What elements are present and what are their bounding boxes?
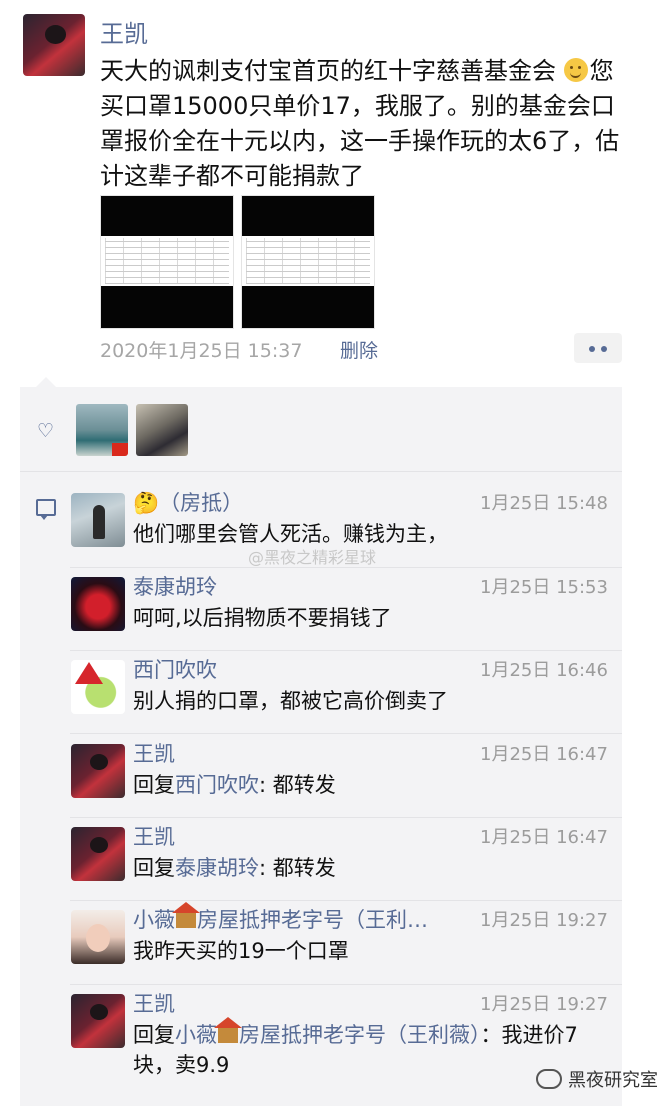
divider xyxy=(70,733,622,734)
commenter-name[interactable]: 西门吹吹 xyxy=(133,654,217,684)
post-text-line1: 天大的讽刺支付宝首页的红十字慈善基金会 xyxy=(100,57,556,85)
comment-text: 别人捐的口罩，都被它高价倒卖了 xyxy=(133,689,448,713)
reply-prefix: 回复 xyxy=(133,1023,175,1047)
comment-time: 1月25日 15:48 xyxy=(480,493,608,514)
post-photo-2[interactable] xyxy=(241,195,375,329)
commenter-avatar[interactable] xyxy=(71,577,125,631)
more-options-button[interactable] xyxy=(574,333,622,363)
commenter-name[interactable]: 小薇 房屋抵押老字号（王利… xyxy=(133,902,428,934)
more-dot-icon xyxy=(589,346,595,352)
more-dot-icon xyxy=(601,346,607,352)
comment-item: 王凯 1月25日 16:47 回复西门吹吹: 都转发 xyxy=(0,742,670,826)
comment-text: 回复西门吹吹: 都转发 xyxy=(133,770,336,800)
comment-time: 1月25日 19:27 xyxy=(480,910,608,931)
divider xyxy=(70,900,622,901)
reply-target[interactable]: 西门吹吹 xyxy=(175,773,259,797)
reply-body: : 都转发 xyxy=(259,856,336,880)
brand-watermark: 黑夜研究室 xyxy=(536,1066,658,1092)
like-avatar[interactable] xyxy=(136,404,188,456)
commenter-name[interactable]: 王凯 xyxy=(133,821,175,851)
delete-link[interactable]: 删除 xyxy=(340,336,378,363)
commenter-avatar[interactable] xyxy=(71,493,125,547)
watermark: @黑夜之精彩星球 xyxy=(248,548,377,567)
post-text: 天大的讽刺支付宝首页的红十字慈善基金会 您买口罩15000只单价17，我服了。别… xyxy=(100,54,625,194)
panel-arrow xyxy=(36,377,56,387)
brand-label: 黑夜研究室 xyxy=(568,1070,658,1091)
comment-item: 西门吹吹 1月25日 16:46 别人捐的口罩，都被它高价倒卖了 xyxy=(0,658,670,742)
divider xyxy=(70,817,622,818)
comment-time: 1月25日 15:53 xyxy=(480,577,608,598)
commenter-name[interactable]: 王凯 xyxy=(133,738,175,768)
commenter-avatar[interactable] xyxy=(71,994,125,1048)
commenter-avatar[interactable] xyxy=(71,910,125,964)
divider xyxy=(20,471,622,472)
reply-prefix: 回复 xyxy=(133,773,175,797)
heart-icon: ♡ xyxy=(37,420,55,442)
smile-emoji-icon xyxy=(563,58,588,82)
comment-item: 王凯 1月25日 16:47 回复泰康胡玲: 都转发 xyxy=(0,825,670,909)
comment-time: 1月25日 16:47 xyxy=(480,827,608,848)
comment-text: 回复泰康胡玲: 都转发 xyxy=(133,853,336,883)
commenter-name[interactable]: 王凯 xyxy=(133,988,175,1018)
reply-body: : 都转发 xyxy=(259,773,336,797)
comment-time: 1月25日 19:27 xyxy=(480,994,608,1015)
divider xyxy=(70,567,622,568)
comment-time: 1月25日 16:46 xyxy=(480,660,608,681)
wechat-brand-icon xyxy=(536,1069,562,1089)
comment-time: 1月25日 16:47 xyxy=(480,744,608,765)
reply-prefix: 回复 xyxy=(133,856,175,880)
reply-target[interactable]: 小薇 房屋抵押老字号（王利薇） xyxy=(175,1017,481,1047)
comment-item: 王凯 1月25日 19:27 回复小薇 房屋抵押老字号（王利薇）：我进价7块，卖9… xyxy=(0,992,670,1077)
house-icon xyxy=(172,902,200,928)
commenter-name[interactable]: 🤔（房抵） xyxy=(133,487,243,517)
commenter-avatar[interactable] xyxy=(71,660,125,714)
post-photo-1[interactable] xyxy=(100,195,234,329)
comment-text: 我昨天买的19一个口罩 xyxy=(133,939,349,963)
post-timestamp: 2020年1月25日 15:37 xyxy=(100,340,303,362)
poster-name[interactable]: 王凯 xyxy=(100,14,148,49)
like-avatar[interactable] xyxy=(76,404,128,456)
commenter-avatar[interactable] xyxy=(71,744,125,798)
commenter-name[interactable]: 泰康胡玲 xyxy=(133,571,217,601)
house-icon xyxy=(214,1017,242,1043)
divider xyxy=(70,650,622,651)
poster-avatar[interactable] xyxy=(23,14,85,76)
comment-item: 泰康胡玲 1月25日 15:53 呵呵,以后捐物质不要捐钱了 xyxy=(0,575,670,659)
commenter-avatar[interactable] xyxy=(71,827,125,881)
divider xyxy=(70,984,622,985)
comment-item: 小薇 房屋抵押老字号（王利… 1月25日 19:27 我昨天买的19一个口罩 xyxy=(0,902,670,992)
reply-target[interactable]: 泰康胡玲 xyxy=(175,856,259,880)
comment-text: 呵呵,以后捐物质不要捐钱了 xyxy=(133,606,392,630)
